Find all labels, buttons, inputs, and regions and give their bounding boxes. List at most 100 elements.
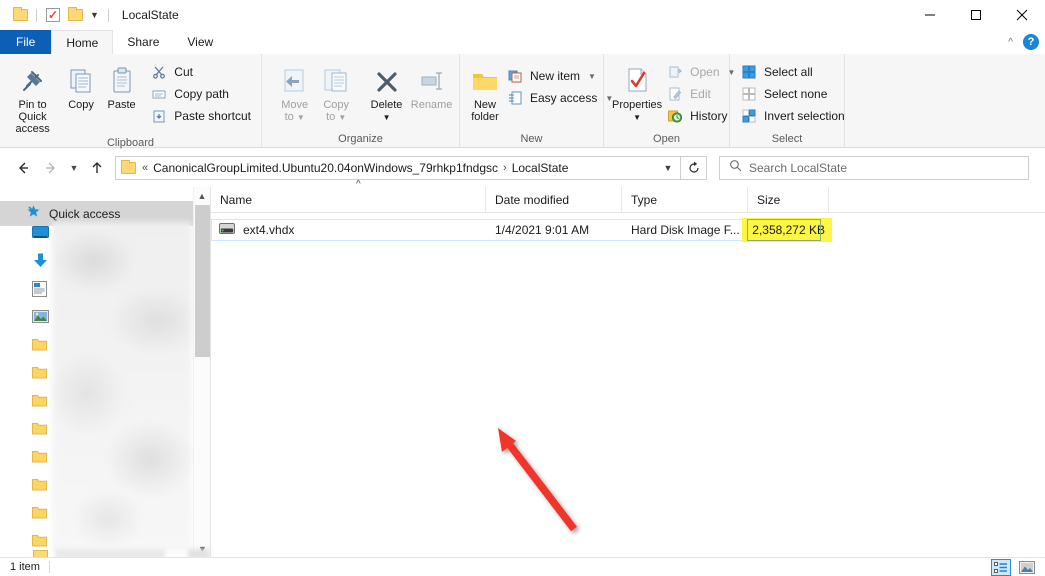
copy-path-button[interactable]: Copy path [148, 83, 257, 105]
folder-icon[interactable] [32, 477, 49, 492]
breadcrumb-separator[interactable]: › [498, 162, 512, 174]
tab-file[interactable]: File [0, 30, 52, 54]
edit-icon [666, 86, 684, 102]
history-icon [666, 108, 684, 124]
chevron-down-icon[interactable]: ▼ [588, 72, 596, 81]
hard-disk-image-icon [219, 223, 235, 237]
paste-button[interactable]: Paste [101, 59, 142, 111]
folder-icon[interactable] [32, 449, 49, 464]
copy-to-button[interactable]: Copy to ▼ [315, 59, 356, 124]
ribbon-group-clipboard: Pin to Quick access Copy Paste Cut Copy … [0, 54, 262, 149]
cut-button[interactable]: Cut [148, 61, 257, 83]
desktop-icon[interactable] [32, 225, 49, 240]
search-input[interactable]: Search LocalState [749, 161, 847, 175]
new-folder-button[interactable]: New folder [470, 59, 500, 123]
folder-icon[interactable] [32, 393, 49, 408]
column-header-name[interactable]: Name ^ [211, 179, 486, 213]
paste-shortcut-icon [150, 108, 168, 124]
column-header-date-modified[interactable]: Date modified [486, 186, 622, 213]
folder-icon[interactable] [32, 533, 49, 548]
column-header-size[interactable]: Size [748, 186, 829, 213]
nav-pane-scrollbar[interactable]: ▲ ▼ [193, 187, 210, 557]
minimize-icon[interactable] [907, 0, 953, 30]
folder-icon[interactable] [32, 421, 49, 436]
scissors-icon [150, 64, 168, 80]
size-highlight-border [747, 219, 821, 241]
pictures-icon[interactable] [32, 309, 49, 324]
delete-button[interactable]: Delete ▼ [365, 59, 408, 124]
history-label: History [690, 109, 728, 123]
tab-view[interactable]: View [173, 30, 228, 54]
scroll-up-icon[interactable]: ▲ [194, 187, 210, 204]
qat-folder-icon[interactable] [9, 4, 31, 26]
ribbon-group-new: New folder New item ▼ Easy access ▼ New [460, 54, 613, 147]
qat-folder-icon-2[interactable] [64, 4, 86, 26]
copy-to-icon [321, 62, 351, 96]
up-button[interactable] [83, 154, 111, 182]
copy-label: Copy [68, 99, 94, 111]
close-icon[interactable] [999, 0, 1045, 30]
rename-button[interactable]: Rename [408, 59, 455, 111]
folder-icon[interactable] [32, 337, 49, 352]
ribbon-tabs: File Home Share View ^ ? [0, 30, 1045, 54]
invert-selection-button[interactable]: Invert selection [738, 105, 851, 127]
help-icon[interactable]: ? [1023, 34, 1039, 50]
delete-label: Delete ▼ [370, 99, 403, 122]
file-type-cell: Hard Disk Image F... [631, 223, 740, 237]
collapse-ribbon-icon[interactable]: ^ [1008, 37, 1013, 48]
select-none-button[interactable]: Select none [738, 83, 851, 105]
open-icon [666, 64, 684, 80]
details-view-button[interactable] [991, 559, 1011, 576]
rename-label: Rename [410, 99, 453, 111]
select-all-button[interactable]: Select all [738, 61, 851, 83]
large-icons-view-button[interactable] [1017, 559, 1037, 576]
back-button[interactable] [9, 154, 37, 182]
documents-icon[interactable] [32, 280, 49, 297]
paste-shortcut-label: Paste shortcut [174, 109, 251, 123]
new-item-button[interactable]: New item ▼ [504, 65, 619, 87]
tab-home[interactable]: Home [51, 30, 114, 54]
move-to-button[interactable]: Move to ▼ [274, 59, 315, 124]
file-name-cell[interactable]: ext4.vhdx [211, 219, 486, 241]
scrollbar-thumb[interactable] [195, 205, 210, 357]
column-header-type[interactable]: Type [622, 186, 748, 213]
select-commands: Select all Select none Invert selection [738, 59, 851, 127]
chevron-down-icon[interactable]: ▼ [86, 10, 103, 20]
address-folder-icon [121, 160, 137, 174]
copy-path-label: Copy path [174, 87, 229, 101]
easy-access-button[interactable]: Easy access ▼ [504, 87, 619, 109]
folder-icon[interactable] [32, 365, 49, 380]
file-list-pane: Name ^ Date modified Type Size ext4.vhdx… [211, 179, 1045, 557]
table-row[interactable]: ext4.vhdx 1/4/2021 9:01 AM Hard Disk Ima… [211, 218, 1045, 242]
ribbon-group-open: Properties ▼ Open ▼ Edit History Open [604, 54, 735, 147]
copy-button[interactable]: Copy [61, 59, 101, 111]
refresh-button[interactable] [681, 156, 707, 180]
downloads-icon[interactable] [32, 253, 49, 268]
new-folder-icon [470, 62, 500, 96]
select-all-label: Select all [764, 65, 813, 79]
move-to-label: Move to ▼ [281, 99, 309, 123]
select-none-icon [740, 86, 758, 102]
breadcrumb-package[interactable]: CanonicalGroupLimited.Ubuntu20.04onWindo… [153, 161, 498, 175]
breadcrumb-localstate[interactable]: LocalState [512, 161, 569, 175]
address-bar[interactable]: « CanonicalGroupLimited.Ubuntu20.04onWin… [115, 156, 681, 180]
ribbon-group-organize: Move to ▼ Copy to ▼ Delete ▼ Rename Orga… [262, 54, 460, 147]
paste-shortcut-button[interactable]: Paste shortcut [148, 105, 257, 127]
tab-share[interactable]: Share [113, 30, 174, 54]
select-none-label: Select none [764, 87, 828, 101]
chevron-down-icon[interactable]: ▼ [658, 163, 678, 173]
properties-button[interactable]: Properties ▼ [612, 59, 662, 124]
properties-label: Properties ▼ [612, 99, 663, 122]
search-box[interactable]: Search LocalState [719, 156, 1029, 180]
pin-to-quick-access-button[interactable]: Pin to Quick access [4, 59, 61, 135]
recent-locations-button[interactable]: ▼ [65, 154, 83, 182]
maximize-icon[interactable] [953, 0, 999, 30]
edit-label: Edit [690, 87, 711, 101]
clipboard-small-commands: Cut Copy path Paste shortcut [148, 59, 257, 127]
address-overflow[interactable]: « [137, 162, 153, 174]
qat-checkbox-icon[interactable]: ✓ [42, 4, 64, 26]
folder-icon[interactable] [32, 505, 49, 520]
navigation-pane: Quick access ▲ [0, 187, 211, 557]
new-folder-label: New folder [471, 99, 499, 123]
forward-button[interactable] [37, 154, 65, 182]
